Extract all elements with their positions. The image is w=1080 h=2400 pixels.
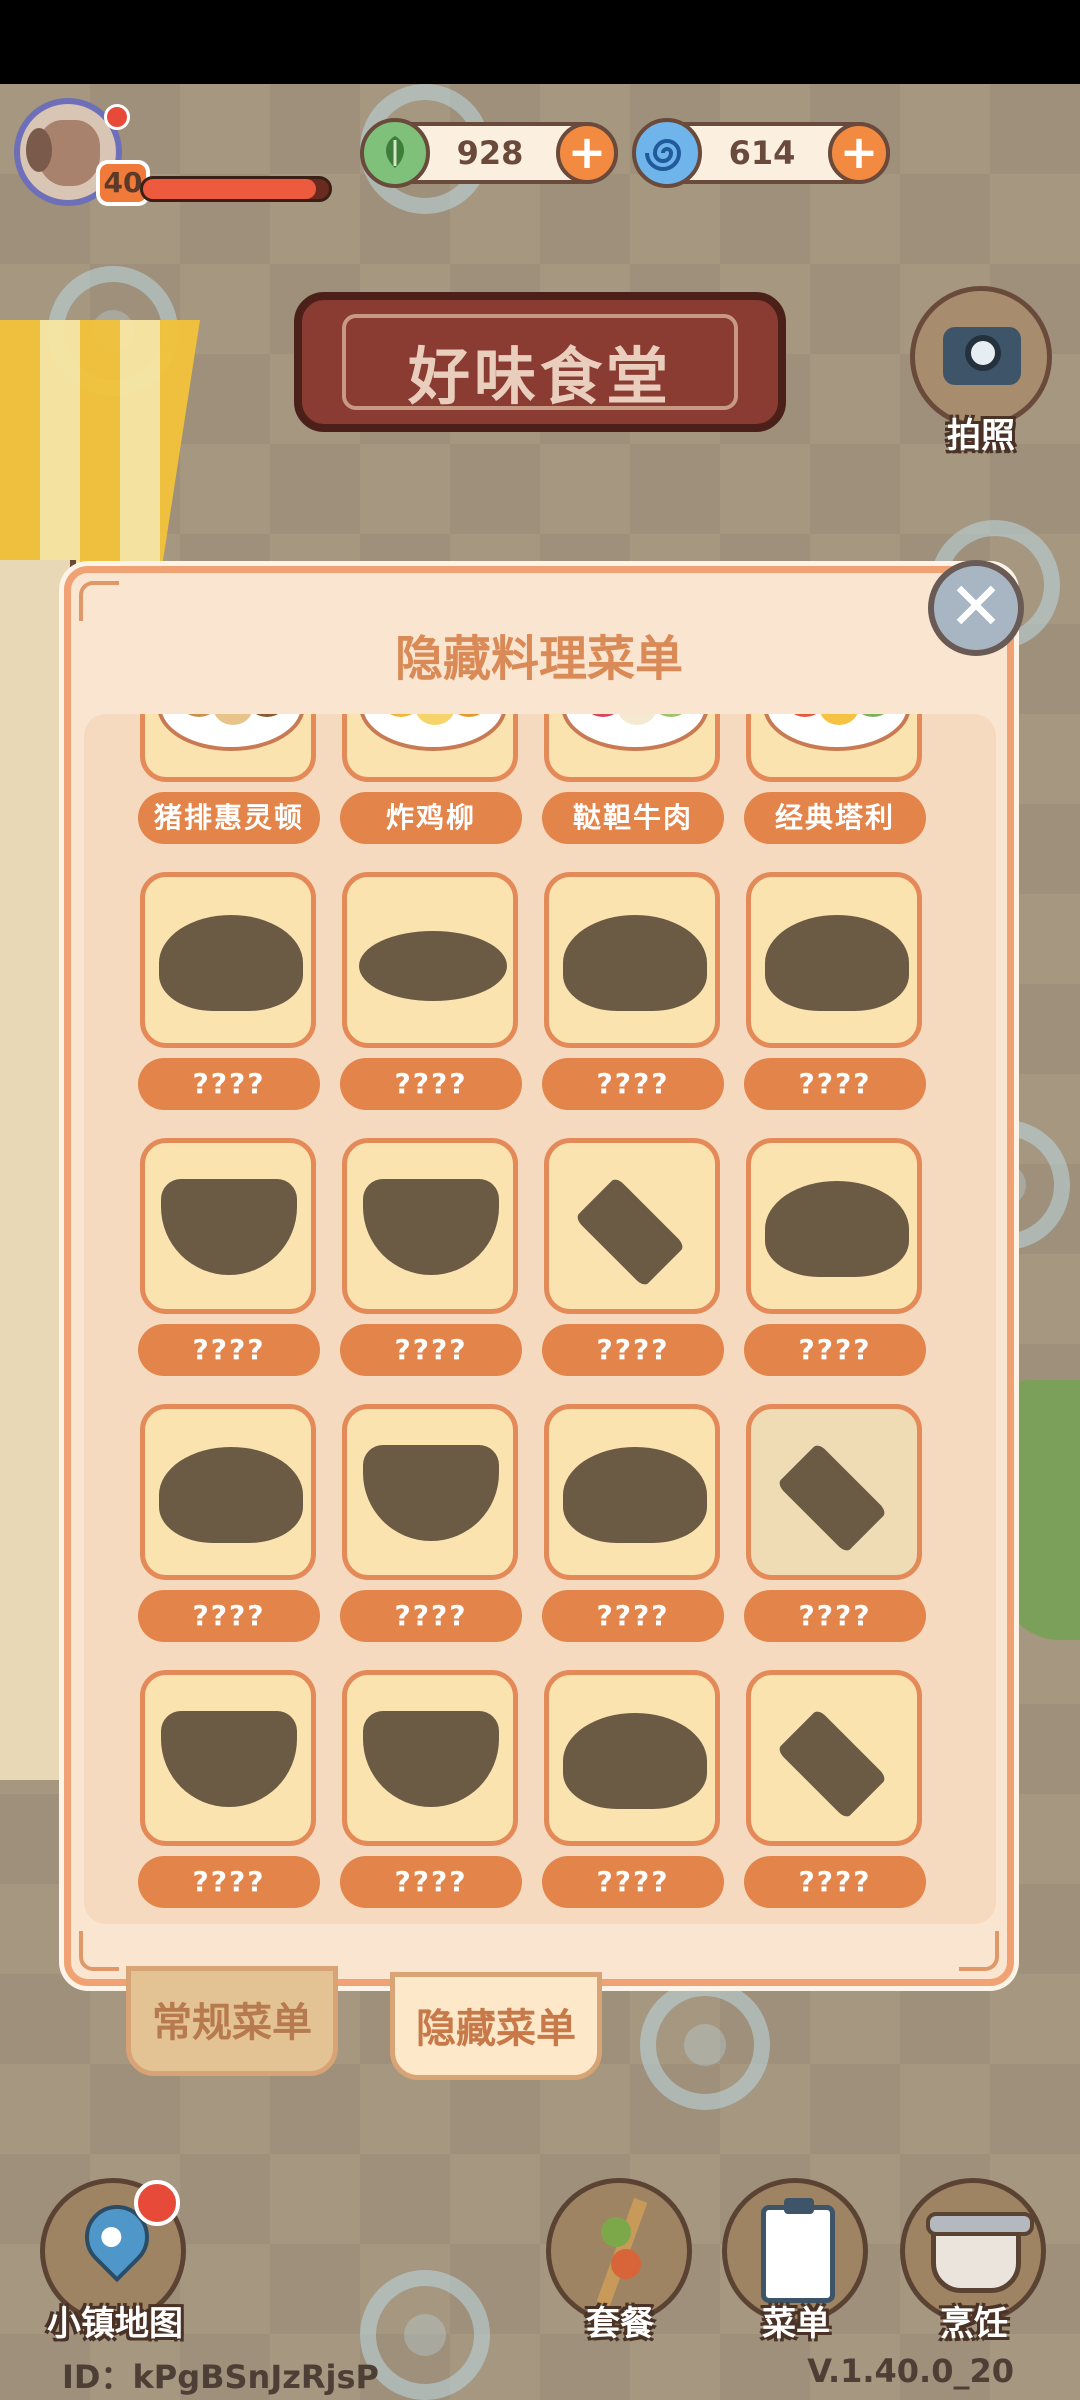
dish-name: ???? bbox=[138, 1590, 320, 1642]
dish-name: ???? bbox=[744, 1324, 926, 1376]
dish-image bbox=[342, 1670, 518, 1846]
status-bar bbox=[0, 0, 1080, 84]
tab-hidden-menu[interactable]: 隐藏菜单 bbox=[390, 1972, 602, 2080]
dish-name: ???? bbox=[542, 1856, 724, 1908]
dish-name: ???? bbox=[138, 1058, 320, 1110]
dish-image bbox=[544, 714, 720, 782]
dish-silhouette-icon bbox=[765, 1181, 909, 1277]
dish-image bbox=[342, 1138, 518, 1314]
dish-silhouette-icon bbox=[363, 1179, 499, 1275]
leaf-icon bbox=[360, 118, 430, 188]
dish-name: 经典塔利 bbox=[744, 792, 926, 844]
swirl-icon bbox=[632, 118, 702, 188]
leaf-currency: 928 + bbox=[360, 118, 618, 188]
town-map-label: 小镇地图 bbox=[47, 2304, 183, 2344]
dish-silhouette-icon bbox=[776, 1442, 888, 1554]
dish-name: ???? bbox=[542, 1058, 724, 1110]
dish-silhouette-icon bbox=[359, 931, 507, 1001]
dish-image bbox=[140, 1404, 316, 1580]
panel-title: 隐藏料理菜单 bbox=[394, 631, 683, 687]
cooking-pot-icon bbox=[926, 2212, 1034, 2293]
dish-image bbox=[140, 714, 316, 782]
dish-name: ???? bbox=[744, 1856, 926, 1908]
dish-image bbox=[746, 714, 922, 782]
dish-list[interactable]: 猪排惠灵顿 炸鸡柳 鞑靼牛肉 经典塔利????????????????????????… bbox=[84, 714, 996, 1924]
dish-image bbox=[544, 872, 720, 1048]
dish-image bbox=[544, 1138, 720, 1314]
dish-silhouette-icon bbox=[363, 1711, 499, 1807]
dish-name: ???? bbox=[138, 1856, 320, 1908]
dish-silhouette-icon bbox=[765, 915, 909, 1011]
dish-image bbox=[746, 1138, 922, 1314]
sun-decoration bbox=[640, 1980, 770, 2110]
swirl-currency-value: 614 bbox=[728, 134, 796, 172]
corner-ornament bbox=[79, 1931, 119, 1971]
cook-label: 烹饪 bbox=[940, 2304, 1008, 2344]
dish-image bbox=[544, 1404, 720, 1580]
dish-silhouette-icon bbox=[574, 1176, 686, 1288]
camera-label: 拍照 bbox=[947, 416, 1015, 456]
dish-image bbox=[746, 872, 922, 1048]
dish-silhouette-icon bbox=[161, 1179, 297, 1275]
dish-image bbox=[342, 714, 518, 782]
level-value: 40 bbox=[103, 166, 143, 199]
sun-decoration bbox=[360, 2270, 490, 2400]
dish-name: ???? bbox=[340, 1590, 522, 1642]
swirl-currency: 614 + bbox=[632, 118, 890, 188]
player-id: ID：kPgBSnJzRjsP bbox=[62, 2358, 379, 2396]
dog-avatar-icon bbox=[26, 120, 100, 186]
xp-bar-fill bbox=[143, 179, 316, 199]
dish-image bbox=[746, 1404, 922, 1580]
dish-silhouette-icon bbox=[159, 915, 303, 1011]
dish-name: ???? bbox=[744, 1590, 926, 1642]
clipboard-icon bbox=[761, 2198, 835, 2303]
tab-regular-menu[interactable]: 常规菜单 bbox=[126, 1966, 338, 2076]
dish-image bbox=[140, 1670, 316, 1846]
dish-silhouette-icon bbox=[776, 1708, 888, 1820]
notification-dot bbox=[104, 104, 130, 130]
dish-image bbox=[746, 1670, 922, 1846]
dish-image bbox=[140, 872, 316, 1048]
dish-silhouette-icon bbox=[159, 1447, 303, 1543]
restaurant-sign: 好味食堂 bbox=[294, 292, 786, 432]
dish-name: ???? bbox=[542, 1324, 724, 1376]
dish-name: ???? bbox=[340, 1324, 522, 1376]
dish-name: 炸鸡柳 bbox=[340, 792, 522, 844]
dish-name: ???? bbox=[542, 1590, 724, 1642]
notification-dot bbox=[134, 2180, 180, 2226]
dish-silhouette-icon bbox=[563, 1447, 707, 1543]
menu-label: 菜单 bbox=[762, 2304, 830, 2344]
add-swirl-button[interactable]: + bbox=[828, 122, 890, 184]
dish-name: ???? bbox=[340, 1058, 522, 1110]
dish-image bbox=[140, 1138, 316, 1314]
dish-silhouette-icon bbox=[363, 1445, 499, 1541]
add-leaf-button[interactable]: + bbox=[556, 122, 618, 184]
dish-name: ???? bbox=[744, 1058, 926, 1110]
leaf-currency-value: 928 bbox=[456, 134, 524, 172]
dish-silhouette-icon bbox=[563, 1713, 707, 1809]
dish-name: 猪排惠灵顿 bbox=[138, 792, 320, 844]
corner-ornament bbox=[959, 1931, 999, 1971]
dish-image bbox=[544, 1670, 720, 1846]
camera-lens-icon bbox=[965, 335, 1001, 371]
dish-silhouette-icon bbox=[161, 1711, 297, 1807]
dish-name: 鞑靼牛肉 bbox=[542, 792, 724, 844]
version-label: V.1.40.0_20 bbox=[807, 2352, 1014, 2390]
corner-ornament bbox=[79, 581, 119, 621]
camera-button[interactable] bbox=[910, 286, 1052, 428]
dish-image bbox=[342, 872, 518, 1048]
skewer-food-icon bbox=[611, 2249, 641, 2279]
restaurant-name: 好味食堂 bbox=[407, 340, 672, 413]
dish-silhouette-icon bbox=[563, 915, 707, 1011]
close-button[interactable]: ✕ bbox=[928, 560, 1024, 656]
xp-bar bbox=[140, 176, 332, 202]
combo-label: 套餐 bbox=[586, 2304, 654, 2344]
skewer-food-icon bbox=[601, 2217, 631, 2247]
dish-name: ???? bbox=[340, 1856, 522, 1908]
dish-name: ???? bbox=[138, 1324, 320, 1376]
dish-image bbox=[342, 1404, 518, 1580]
